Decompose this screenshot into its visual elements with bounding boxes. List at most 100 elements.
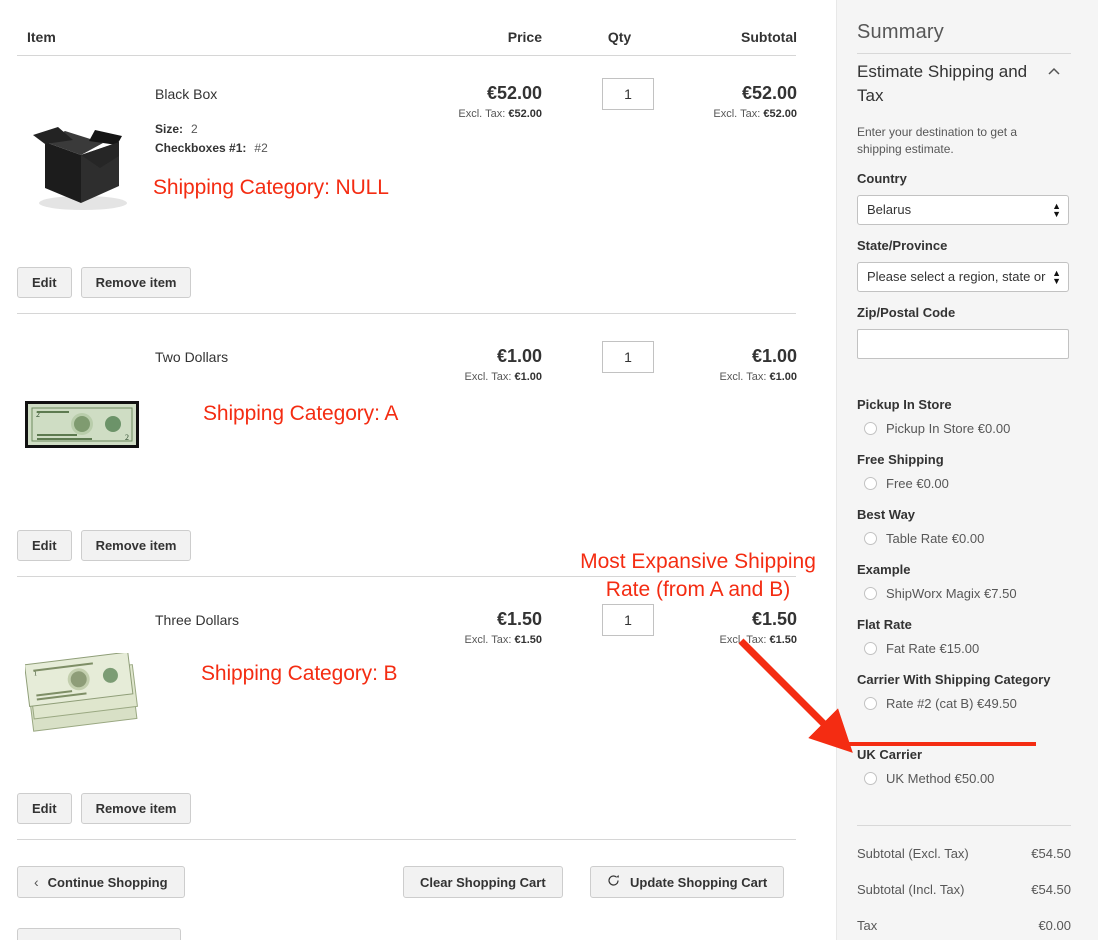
radio-button-icon[interactable] (864, 772, 877, 785)
subtotal-value: €52.00 (741, 83, 797, 103)
shipping-category-annotation: Shipping Category: NULL (153, 176, 389, 199)
quantity-input[interactable] (602, 341, 654, 373)
subtotal-excl-tax-value: €1.50 (769, 634, 797, 646)
quantity-input[interactable] (602, 78, 654, 110)
shipping-option[interactable]: UK Method €50.00 (857, 771, 1072, 786)
shipping-group-name: Best Way (857, 507, 916, 522)
product-name[interactable]: Two Dollars (155, 349, 228, 365)
clear-shopping-cart-button[interactable]: Clear Shopping Cart (403, 866, 563, 898)
country-select[interactable]: Belarus ▲ ▼ (857, 195, 1069, 225)
shipping-group-flat-rate: Flat Rate Fat Rate €15.00 (857, 616, 1072, 656)
price-value: €1.00 (496, 346, 542, 366)
shipping-group-best-way: Best Way Table Rate €0.00 (857, 506, 1072, 546)
shipping-option[interactable]: Free €0.00 (857, 476, 1072, 491)
option-row: Checkboxes #1: #2 (155, 141, 268, 155)
shipping-option[interactable]: Rate #2 (cat B) €49.50 (857, 696, 1057, 711)
table-row: 1 Three Dollars Shipping Category: B €1.… (17, 596, 797, 839)
total-value: €54.50 (1031, 882, 1071, 897)
subtotal-excl-tax: Excl. Tax: €1.00 (687, 371, 797, 383)
subtotal-cell: €52.00 Excl. Tax: €52.00 (687, 83, 797, 120)
product-options: Size: 2 Checkboxes #1: #2 (155, 122, 268, 160)
shipping-option[interactable]: ShipWorx Magix €7.50 (857, 586, 1072, 601)
price-excl-tax-label: Excl. Tax: (458, 108, 506, 120)
estimate-shipping-title[interactable]: Estimate Shipping and Tax (857, 60, 1043, 108)
shipping-option-label: ShipWorx Magix €7.50 (886, 586, 1017, 601)
product-name[interactable]: Black Box (155, 86, 217, 102)
option-row: Size: 2 (155, 122, 268, 136)
product-image (25, 100, 138, 213)
radio-button-icon[interactable] (864, 532, 877, 545)
zip-postal-code-input[interactable] (857, 329, 1069, 359)
radio-button-icon[interactable] (864, 642, 877, 655)
totals-divider (857, 825, 1071, 826)
shipping-group-pickup-in-store: Pickup In Store Pickup In Store €0.00 (857, 396, 1072, 436)
remove-item-button[interactable]: Remove item (80, 267, 192, 298)
radio-button-icon[interactable] (864, 422, 877, 435)
shipping-group-name: Example (857, 562, 911, 577)
collapse-chevron-up-icon[interactable] (1046, 64, 1062, 80)
svg-text:2: 2 (125, 433, 129, 442)
edit-item-button[interactable]: Edit (17, 793, 72, 824)
subtotal-value: €1.50 (751, 609, 797, 629)
update-shopping-cart-label: Update Shopping Cart (630, 874, 768, 890)
continue-shopping-button[interactable]: ‹ Continue Shopping (17, 866, 185, 898)
shipping-group-example: Example ShipWorx Magix €7.50 (857, 561, 1072, 601)
edit-item-button[interactable]: Edit (17, 530, 72, 561)
item-actions: Edit Remove item (17, 267, 192, 298)
state-province-selected-value: Please select a region, state or provinc… (867, 269, 1047, 284)
quantity-input[interactable] (602, 604, 654, 636)
shipping-option-label: Table Rate €0.00 (886, 531, 985, 546)
shipping-option[interactable]: Fat Rate €15.00 (857, 641, 1072, 656)
price-cell: €1.00 Excl. Tax: €1.00 (437, 346, 542, 383)
gift-options-button[interactable] (17, 928, 181, 940)
column-header-item: Item (27, 29, 56, 45)
subtotal-excl-tax-label: Excl. Tax: (719, 634, 767, 646)
option-label: Checkboxes #1: (155, 141, 247, 155)
header-divider (17, 55, 796, 56)
product-name[interactable]: Three Dollars (155, 612, 239, 628)
subtotal-excl-tax-label: Excl. Tax: (713, 108, 761, 120)
radio-button-icon[interactable] (864, 697, 877, 710)
subtotal-excl-tax-label: Excl. Tax: (719, 371, 767, 383)
price-excl-tax-label: Excl. Tax: (464, 371, 512, 383)
product-image: 1 (23, 651, 140, 738)
subtotal-excl-tax-value: €52.00 (763, 108, 797, 120)
total-value: €54.50 (1031, 846, 1071, 861)
cart-table-header: Item Price Qty Subtotal (17, 25, 797, 55)
shipping-option-label: UK Method €50.00 (886, 771, 995, 786)
table-row: 2 2 Two Dollars Shipping Category: A €1.… (17, 333, 797, 576)
cart-actions: ‹ Continue Shopping Clear Shopping Cart U… (17, 866, 796, 940)
shipping-option[interactable]: Table Rate €0.00 (857, 531, 1072, 546)
price-excl-tax: Excl. Tax: €1.00 (437, 371, 542, 383)
total-value: €0.00 (1038, 918, 1071, 933)
shipping-option-label: Fat Rate €15.00 (886, 641, 980, 656)
option-value: #2 (254, 141, 268, 155)
state-province-select[interactable]: Please select a region, state or provinc… (857, 262, 1069, 292)
row-divider (17, 313, 796, 314)
cart-items-panel: Item Price Qty Subtotal Black Box Size: … (0, 0, 830, 940)
refresh-icon (607, 874, 620, 890)
price-excl-tax-label: Excl. Tax: (464, 634, 512, 646)
price-cell: €52.00 Excl. Tax: €52.00 (437, 83, 542, 120)
price-excl-tax-value: €1.00 (514, 371, 542, 383)
radio-button-icon[interactable] (864, 477, 877, 490)
callout-line-2: Rate (from A and B) (605, 578, 791, 601)
shipping-option-label: Rate #2 (cat B) €49.50 (886, 696, 1017, 711)
summary-panel: Summary Estimate Shipping and Tax Enter … (836, 0, 1098, 940)
shipping-group-uk-carrier: UK Carrier UK Method €50.00 (857, 746, 1072, 786)
price-excl-tax: Excl. Tax: €1.50 (437, 634, 542, 646)
remove-item-button[interactable]: Remove item (80, 530, 192, 561)
radio-button-icon[interactable] (864, 587, 877, 600)
shipping-group-name: Free Shipping (857, 452, 944, 467)
select-arrows-icon: ▲ ▼ (1052, 201, 1061, 219)
option-label: Size: (155, 122, 184, 136)
remove-item-button[interactable]: Remove item (80, 793, 192, 824)
update-shopping-cart-button[interactable]: Update Shopping Cart (590, 866, 785, 898)
shipping-option-label: Free €0.00 (886, 476, 949, 491)
highlight-underline (843, 742, 1036, 746)
edit-item-button[interactable]: Edit (17, 267, 72, 298)
price-value: €52.00 (486, 83, 542, 103)
shipping-option[interactable]: Pickup In Store €0.00 (857, 421, 1072, 436)
row-divider (17, 839, 796, 840)
shipping-group-carrier-with-shipping-category: Carrier With Shipping Category Rate #2 (… (857, 671, 1057, 711)
